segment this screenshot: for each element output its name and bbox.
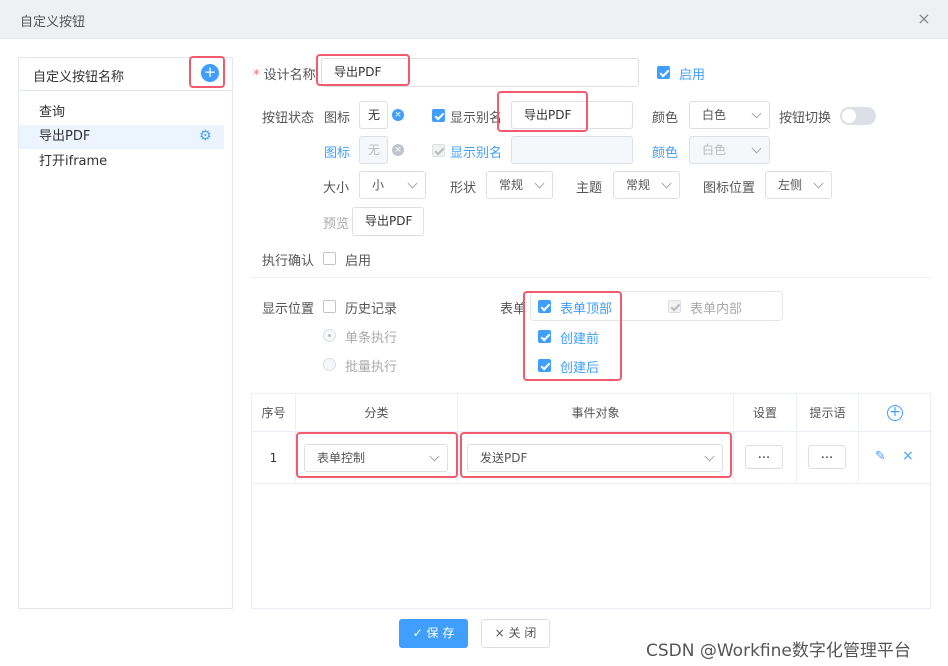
color-label: 颜色 bbox=[652, 111, 679, 126]
clear-icon[interactable]: × bbox=[392, 109, 404, 121]
theme-label: 主题 bbox=[576, 181, 603, 196]
toggled-icon-label: 图标 bbox=[324, 146, 351, 161]
toggled-alias-checkbox[interactable] bbox=[432, 144, 445, 157]
table-header-settings: 设置 bbox=[734, 394, 797, 432]
highlight-box bbox=[316, 54, 410, 86]
batch-exec-label: 批量执行 bbox=[345, 360, 398, 375]
icon-picker[interactable]: 无 bbox=[359, 101, 388, 129]
button-toggle-switch[interactable] bbox=[840, 107, 876, 125]
table-cell-actions: ✎ × bbox=[859, 432, 930, 484]
button-list-item-label: 导出PDF bbox=[39, 129, 91, 144]
form-inner-checkbox[interactable] bbox=[668, 300, 681, 313]
highlight-box bbox=[497, 91, 588, 132]
confirm-option-label: 启用 bbox=[345, 254, 372, 269]
shape-select[interactable]: 常规 bbox=[486, 171, 553, 199]
highlight-box bbox=[189, 56, 225, 88]
toggled-color-select[interactable]: 白色 bbox=[689, 136, 770, 164]
history-checkbox[interactable] bbox=[323, 300, 336, 313]
table-header-event: 事件对象 bbox=[458, 394, 734, 432]
tip-button[interactable]: ... bbox=[808, 445, 846, 469]
table-cell-tip: ... bbox=[797, 432, 859, 484]
highlight-box bbox=[296, 432, 458, 478]
button-toggle-label: 按钮切换 bbox=[779, 111, 832, 126]
icon-label: 图标 bbox=[324, 111, 351, 126]
button-list-item-query[interactable]: 查询 bbox=[19, 101, 224, 125]
button-list-item-export-pdf[interactable]: 导出PDF ⚙ bbox=[19, 125, 224, 149]
history-label: 历史记录 bbox=[345, 302, 398, 317]
delete-icon[interactable]: × bbox=[902, 448, 914, 464]
size-label: 大小 bbox=[323, 181, 350, 196]
shape-label: 形状 bbox=[450, 181, 477, 196]
highlight-box bbox=[523, 291, 622, 381]
button-list-panel: 自定义按钮名称 + 查询 导出PDF ⚙ 打开iframe bbox=[18, 57, 233, 609]
button-list-item-label: 查询 bbox=[39, 105, 66, 120]
enable-checkbox[interactable] bbox=[657, 66, 670, 79]
toggled-alias-input[interactable] bbox=[511, 136, 633, 164]
dialog-titlebar: 自定义按钮 × bbox=[0, 0, 948, 39]
table-cell-settings: ... bbox=[734, 432, 797, 484]
add-row-icon[interactable]: + bbox=[887, 405, 903, 421]
preview-button[interactable]: 导出PDF bbox=[352, 207, 424, 236]
form-inner-label: 表单内部 bbox=[690, 302, 743, 317]
dialog-title: 自定义按钮 bbox=[20, 15, 86, 30]
batch-exec-radio[interactable] bbox=[323, 358, 336, 371]
show-alias-label: 显示别名 bbox=[450, 111, 503, 126]
button-list-item-label: 打开iframe bbox=[39, 154, 108, 169]
confirm-label: 执行确认 bbox=[262, 254, 315, 269]
table-header-tip: 提示语 bbox=[797, 394, 859, 432]
check-icon: ✓ bbox=[412, 626, 423, 640]
toggled-color-label: 颜色 bbox=[652, 146, 679, 161]
show-alias-checkbox[interactable] bbox=[432, 109, 445, 122]
single-exec-radio[interactable] bbox=[323, 329, 336, 342]
close-icon[interactable]: × bbox=[916, 9, 932, 28]
table-header-add: + bbox=[859, 394, 930, 432]
preview-label: 预览 bbox=[323, 217, 350, 232]
save-button[interactable]: ✓ 保 存 bbox=[399, 619, 468, 648]
icon-position-label: 图标位置 bbox=[703, 181, 756, 196]
event-table: 序号 分类 事件对象 设置 提示语 + 1 表单控制 发送PDF ... ...… bbox=[251, 393, 931, 609]
enable-label: 启用 bbox=[679, 68, 706, 83]
gear-icon[interactable]: ⚙ bbox=[199, 129, 213, 143]
close-x-icon: × bbox=[494, 626, 505, 640]
button-list-item-open-iframe[interactable]: 打开iframe bbox=[19, 150, 224, 174]
size-select[interactable]: 小 bbox=[359, 171, 426, 199]
settings-button[interactable]: ... bbox=[745, 445, 783, 469]
close-button[interactable]: × 关 闭 bbox=[481, 619, 550, 648]
button-list-title: 自定义按钮名称 bbox=[33, 70, 125, 85]
toggled-alias-label: 显示别名 bbox=[450, 146, 503, 161]
button-state-label: 按钮状态 bbox=[262, 111, 315, 126]
watermark: CSDN @Workfine数字化管理平台 bbox=[646, 641, 911, 661]
toggled-icon-picker[interactable]: 无 bbox=[359, 136, 388, 164]
theme-select[interactable]: 常规 bbox=[613, 171, 680, 199]
icon-position-select[interactable]: 左侧 bbox=[765, 171, 832, 199]
highlight-box bbox=[460, 432, 732, 478]
clear-icon[interactable]: × bbox=[392, 144, 404, 156]
color-select[interactable]: 白色 bbox=[689, 101, 770, 129]
design-name-label: * 设计名称 bbox=[253, 68, 316, 83]
table-cell-index: 1 bbox=[252, 432, 296, 484]
table-header-category: 分类 bbox=[296, 394, 458, 432]
single-exec-label: 单条执行 bbox=[345, 331, 398, 346]
display-position-label: 显示位置 bbox=[262, 302, 315, 317]
edit-icon[interactable]: ✎ bbox=[875, 449, 886, 464]
confirm-checkbox[interactable] bbox=[323, 252, 336, 265]
table-header-index: 序号 bbox=[252, 394, 296, 432]
section-divider bbox=[251, 277, 931, 278]
